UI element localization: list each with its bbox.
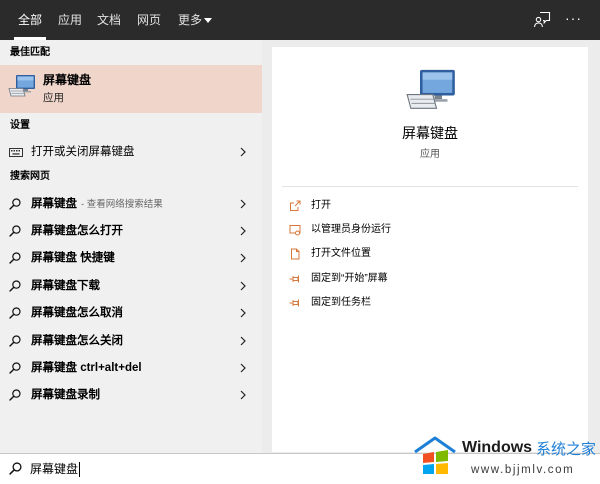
web-suggestion-label: 屏幕键盘 - 查看网络搜索结果: [31, 196, 163, 213]
chevron-down-icon[interactable]: [204, 18, 212, 23]
search-input-value: 屏幕键盘: [30, 462, 79, 476]
web-suggestion-item[interactable]: 屏幕键盘录制: [0, 382, 262, 409]
keyboard-icon: [9, 148, 23, 157]
action-run-as-admin[interactable]: 以管理员身份运行: [282, 222, 578, 238]
more-options-button[interactable]: ···: [565, 10, 582, 26]
run-as-admin-icon: [289, 224, 301, 236]
windows-logo-icon: [412, 433, 458, 479]
search-icon: [9, 334, 21, 347]
search-filter-bar: 全部 应用 文档 网页 更多 ···: [0, 0, 600, 40]
tab-web[interactable]: 网页: [137, 12, 161, 28]
chevron-right-icon[interactable]: [240, 253, 246, 263]
web-suggestion-item[interactable]: 屏幕键盘怎么打开: [0, 217, 262, 244]
search-icon: [9, 462, 22, 475]
search-input[interactable]: 屏幕键盘: [30, 461, 81, 477]
text-cursor: [79, 461, 81, 477]
search-icon: [9, 362, 21, 374]
open-icon: [289, 200, 301, 212]
chevron-right-icon[interactable]: [240, 336, 246, 346]
watermark-url: www.bjjmlv.com: [471, 464, 575, 476]
action-pin-to-taskbar[interactable]: 固定到任务栏: [282, 295, 578, 311]
web-suggestion-label: 屏幕键盘怎么打开: [31, 224, 123, 237]
action-pin-to-start[interactable]: 固定到“开始”屏幕: [282, 271, 578, 287]
settings-item[interactable]: 打开或关闭屏幕键盘: [0, 140, 262, 164]
on-screen-keyboard-icon: [8, 74, 36, 98]
chevron-right-icon[interactable]: [240, 281, 246, 291]
search-icon: [9, 252, 21, 264]
web-suggestion-item[interactable]: 屏幕键盘怎么关闭: [0, 327, 262, 354]
feedback-icon[interactable]: [533, 11, 551, 28]
results-list: 最佳匹配 屏幕键盘 应用 设置 打开或关闭屏幕键盘 搜索网页 屏幕键盘 - 查看…: [0, 40, 262, 453]
chevron-right-icon[interactable]: [240, 390, 246, 400]
action-label: 固定到任务栏: [311, 297, 371, 308]
settings-item-label: 打开或关闭屏幕键盘: [31, 146, 135, 158]
web-suggestion-label: 屏幕键盘下载: [31, 279, 100, 292]
best-match-item[interactable]: 屏幕键盘 应用: [0, 65, 262, 113]
web-suggestion-label: 屏幕键盘录制: [31, 389, 100, 402]
action-label: 打开文件位置: [311, 248, 371, 259]
web-suggestion-query: 屏幕键盘: [31, 197, 77, 210]
search-icon: [9, 280, 21, 292]
web-results-hint: - 查看网络搜索结果: [81, 198, 163, 210]
action-open[interactable]: 打开: [282, 198, 578, 214]
web-suggestion-item[interactable]: 屏幕键盘下载: [0, 272, 262, 299]
web-search-header: 搜索网页: [10, 171, 50, 182]
search-icon: [9, 225, 21, 237]
watermark-brand: Windows: [462, 439, 533, 456]
web-suggestion-label: 屏幕键盘怎么关闭: [31, 334, 123, 347]
chevron-right-icon[interactable]: [240, 308, 246, 318]
web-suggestion-item[interactable]: 屏幕键盘 - 查看网络搜索结果: [0, 190, 262, 217]
tab-documents[interactable]: 文档: [97, 12, 121, 28]
search-icon: [9, 197, 21, 210]
search-icon: [9, 307, 21, 319]
best-match-header: 最佳匹配: [10, 47, 50, 58]
on-screen-keyboard-icon: [405, 68, 457, 112]
preview-pane: 屏幕键盘 应用 打开 以管理员身份运行 打开文件位置 固定到“开始”屏幕 固定到…: [272, 47, 588, 452]
pin-icon: [289, 273, 301, 285]
tab-all[interactable]: 全部: [13, 12, 47, 40]
divider: [282, 186, 578, 187]
web-suggestion-label: 屏幕键盘 快捷键: [31, 252, 115, 265]
chevron-right-icon[interactable]: [240, 226, 246, 236]
pin-icon: [289, 297, 301, 309]
preview-title: 屏幕键盘: [402, 125, 458, 141]
web-suggestion-item[interactable]: 屏幕键盘 快捷键: [0, 245, 262, 272]
web-suggestion-label: 屏幕键盘怎么取消: [31, 307, 123, 320]
web-suggestion-item[interactable]: 屏幕键盘怎么取消: [0, 300, 262, 327]
best-match-subtitle: 应用: [43, 92, 64, 104]
web-suggestion-label: 屏幕键盘 ctrl+alt+del: [31, 361, 142, 374]
action-label: 固定到“开始”屏幕: [311, 273, 388, 284]
chevron-right-icon[interactable]: [240, 147, 246, 157]
settings-header: 设置: [10, 120, 30, 131]
tab-more[interactable]: 更多: [178, 12, 202, 28]
action-open-file-location[interactable]: 打开文件位置: [282, 246, 578, 262]
best-match-title: 屏幕键盘: [43, 73, 92, 87]
preview-subtitle: 应用: [420, 149, 440, 160]
web-suggestion-item[interactable]: 屏幕键盘 ctrl+alt+del: [0, 354, 262, 381]
action-label: 以管理员身份运行: [311, 224, 391, 235]
action-label: 打开: [311, 200, 331, 211]
chevron-right-icon[interactable]: [240, 199, 246, 209]
tab-apps[interactable]: 应用: [58, 12, 82, 28]
search-icon: [9, 389, 21, 401]
file-location-icon: [289, 248, 301, 260]
chevron-right-icon[interactable]: [240, 363, 246, 373]
watermark-site-name: 系统之家: [536, 441, 597, 458]
